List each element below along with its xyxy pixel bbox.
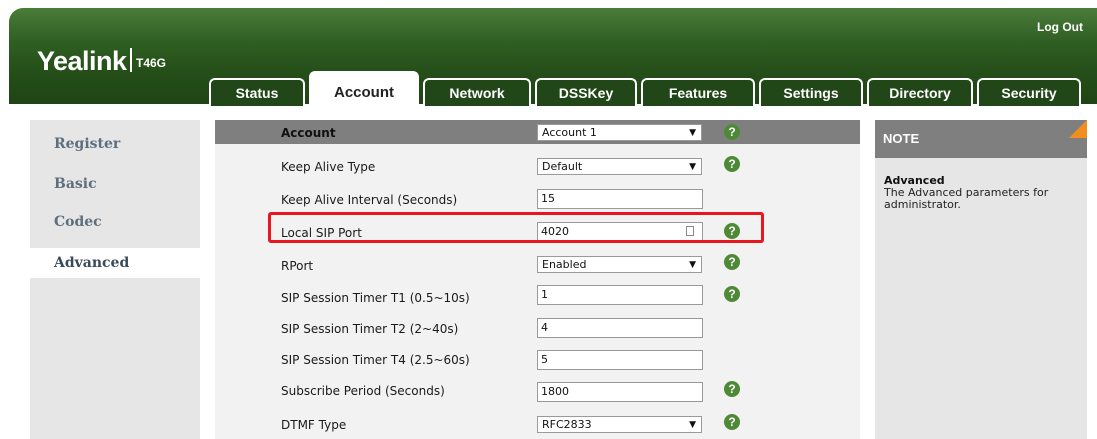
- sidebar-item-codec[interactable]: Codec: [30, 207, 200, 237]
- tab-settings[interactable]: Settings: [759, 78, 863, 106]
- keep-alive-type-label: Keep Alive Type: [281, 160, 376, 174]
- tab-directory[interactable]: Directory: [867, 78, 973, 106]
- account-select-value: Account 1: [542, 126, 597, 139]
- sidebar-item-register[interactable]: Register: [30, 129, 200, 159]
- sip-timer-t2-label: SIP Session Timer T2 (2~40s): [281, 322, 459, 336]
- note-panel: NOTE Advanced The Advanced parameters fo…: [875, 120, 1087, 439]
- chevron-down-icon: ▼: [689, 260, 696, 270]
- tab-network[interactable]: Network: [423, 78, 531, 106]
- keep-alive-type-select[interactable]: Default ▼: [537, 158, 702, 175]
- rport-select[interactable]: Enabled ▼: [537, 256, 702, 273]
- tab-account[interactable]: Account: [309, 71, 419, 111]
- account-label: Account: [281, 126, 336, 140]
- sip-timer-t4-label: SIP Session Timer T4 (2.5~60s): [281, 353, 470, 367]
- sip-timer-t1-label: SIP Session Timer T1 (0.5~10s): [281, 291, 470, 305]
- dtmf-type-label: DTMF Type: [281, 418, 347, 432]
- sip-timer-t2-input[interactable]: 4: [537, 318, 703, 338]
- sidebar-item-advanced[interactable]: Advanced: [30, 248, 200, 278]
- brand-logo: Yealink: [37, 46, 127, 76]
- settings-form: Account Account 1 ▼ ? Keep Alive Type De…: [215, 120, 860, 439]
- help-icon[interactable]: ?: [724, 254, 740, 270]
- tab-dsskey[interactable]: DSSKey: [535, 78, 637, 106]
- logo-separator: [130, 48, 132, 72]
- chevron-down-icon: ▼: [689, 128, 696, 138]
- help-icon[interactable]: ?: [724, 381, 740, 397]
- help-icon[interactable]: ?: [724, 286, 740, 302]
- header-bar: Yealink T46G Log Out Status Account Netw…: [9, 8, 1097, 111]
- keep-alive-interval-input[interactable]: 15: [537, 189, 703, 209]
- keep-alive-interval-label: Keep Alive Interval (Seconds): [281, 193, 458, 207]
- sidebar-item-basic[interactable]: Basic: [30, 169, 200, 199]
- model-label: T46G: [136, 56, 167, 70]
- dtmf-type-value: RFC2833: [542, 418, 592, 431]
- help-icon[interactable]: ?: [724, 124, 740, 140]
- account-select[interactable]: Account 1 ▼: [537, 124, 702, 141]
- corner-fold-icon: [1069, 120, 1087, 138]
- chevron-down-icon: ▼: [689, 162, 696, 172]
- chevron-down-icon: ▼: [689, 420, 696, 430]
- tab-security[interactable]: Security: [977, 78, 1081, 106]
- page: Yealink T46G Log Out Status Account Netw…: [0, 0, 1097, 439]
- help-icon[interactable]: ?: [724, 156, 740, 172]
- tab-status[interactable]: Status: [209, 78, 305, 106]
- tab-features[interactable]: Features: [641, 78, 755, 106]
- dtmf-type-select[interactable]: RFC2833 ▼: [537, 416, 702, 433]
- keep-alive-type-value: Default: [542, 160, 583, 173]
- rport-label: RPort: [281, 259, 314, 273]
- sidebar: Register Basic Codec Advanced: [30, 120, 200, 439]
- note-title: NOTE: [883, 131, 920, 146]
- sip-timer-t1-input[interactable]: 1: [537, 285, 703, 305]
- help-icon[interactable]: ?: [724, 414, 740, 430]
- logout-link[interactable]: Log Out: [1037, 20, 1083, 34]
- highlight-box: [268, 212, 764, 243]
- subscribe-period-input[interactable]: 1800: [537, 382, 703, 402]
- subscribe-period-label: Subscribe Period (Seconds): [281, 384, 445, 398]
- note-description: The Advanced parameters for administrato…: [884, 186, 1049, 211]
- rport-value: Enabled: [542, 258, 587, 271]
- sip-timer-t4-input[interactable]: 5: [537, 350, 703, 370]
